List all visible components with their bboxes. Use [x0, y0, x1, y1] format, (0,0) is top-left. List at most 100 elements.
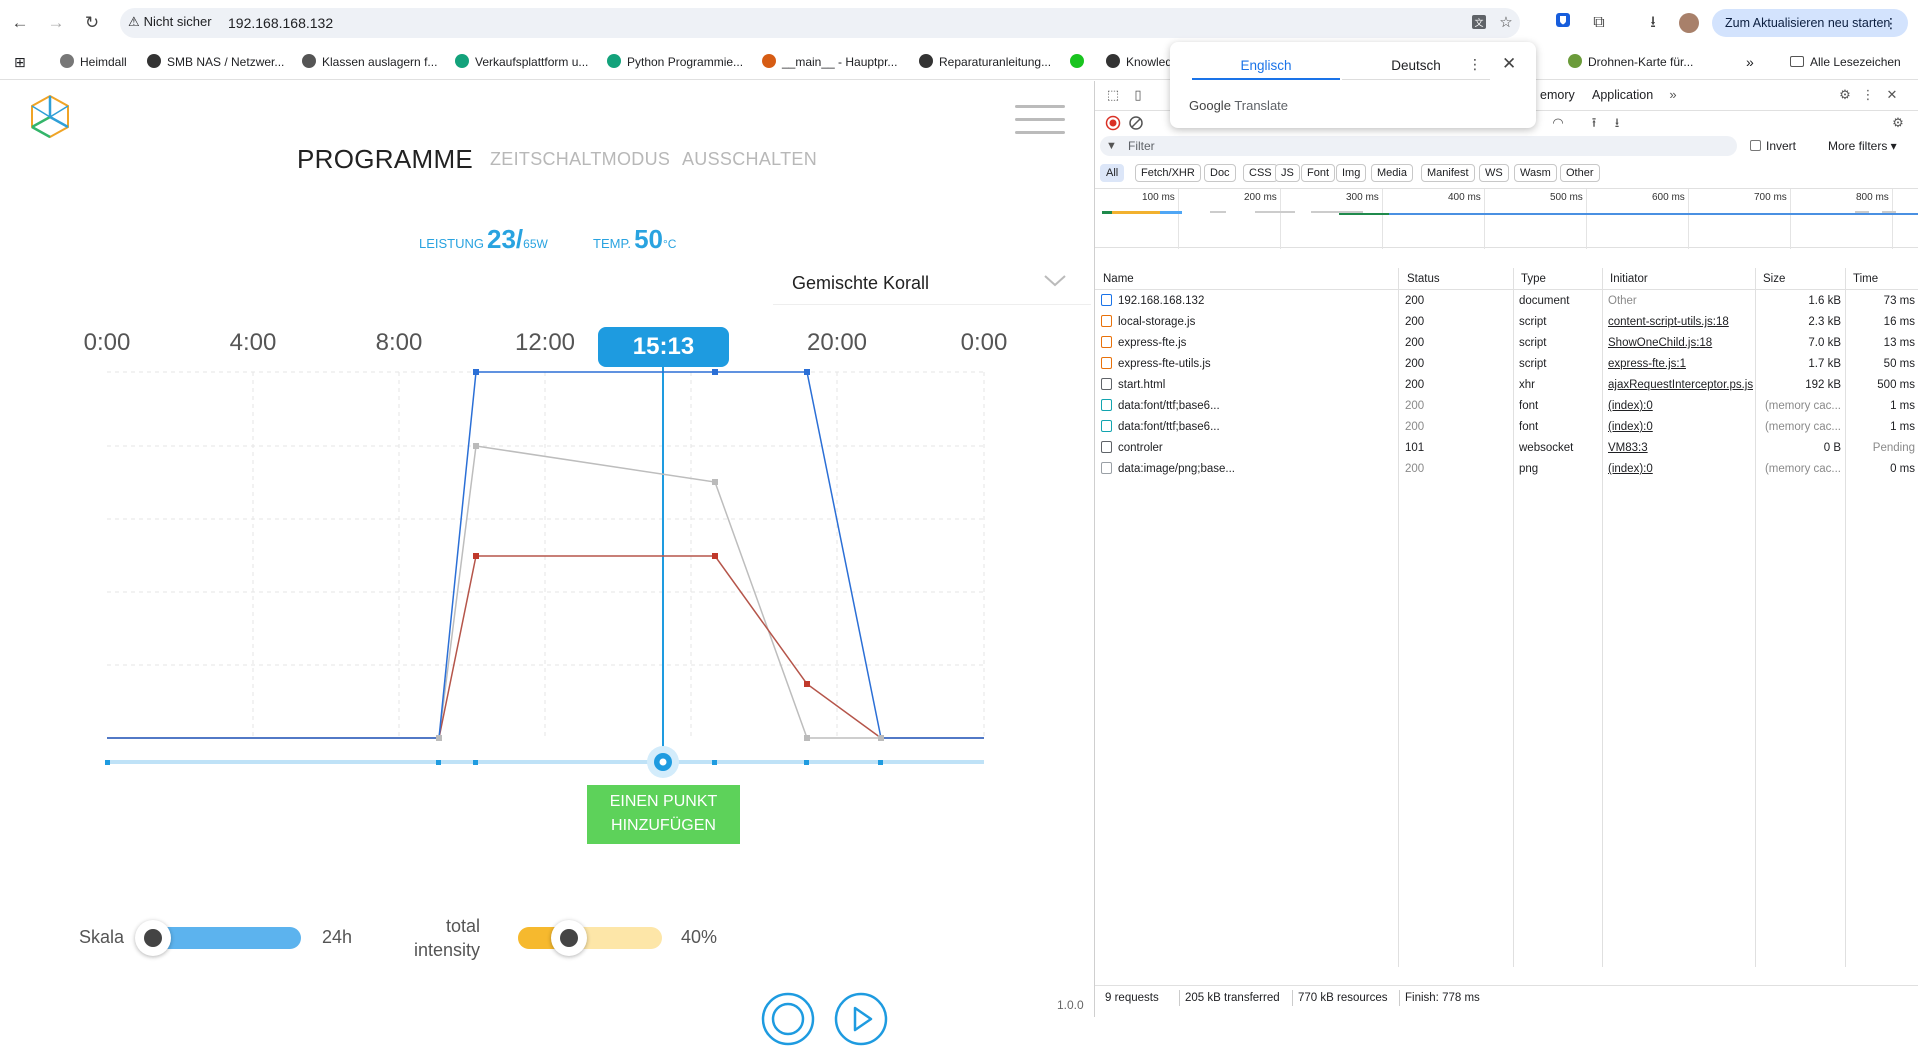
table-row[interactable]: 192.168.168.132 200 document Other 1.6 kB 73 …	[1095, 291, 1918, 312]
back-icon[interactable]: ←	[10, 13, 30, 33]
column-header-time[interactable]: Time	[1849, 268, 1878, 290]
invert-checkbox[interactable]: Invert	[1750, 139, 1796, 153]
bookmark-star-icon[interactable]: ☆	[1497, 14, 1515, 32]
translate-tab-english[interactable]: Englisch	[1192, 54, 1340, 80]
bookmark-item[interactable]: __main__ - Hauptpr...	[762, 52, 897, 72]
import-har-icon[interactable]: ⭱	[1586, 115, 1602, 131]
more-tabs-icon[interactable]: »	[1665, 87, 1681, 103]
all-bookmarks-folder[interactable]: Alle Lesezeichen	[1790, 52, 1901, 72]
column-header-type[interactable]: Type	[1517, 268, 1546, 290]
bookmark-item[interactable]: Verkaufsplattform u...	[455, 52, 588, 72]
cell-initiator[interactable]: VM83:3	[1608, 438, 1753, 459]
more-bookmarks-icon[interactable]: »	[1746, 52, 1754, 72]
type-filter-css[interactable]: CSS	[1243, 164, 1278, 182]
address-bar[interactable]: ⚠ Nicht sicher 192.168.168.132 文 ☆	[120, 8, 1520, 38]
apps-icon[interactable]: ⊞	[14, 52, 26, 72]
type-filter-all[interactable]: All	[1100, 164, 1125, 182]
settings-gear-icon[interactable]: ⚙	[1837, 87, 1853, 103]
add-point-button[interactable]: EINEN PUNKT HINZUFÜGEN	[587, 785, 740, 844]
reload-icon[interactable]: ↻	[82, 13, 102, 33]
curve-points[interactable]	[436, 369, 884, 741]
cell-initiator[interactable]: ajaxRequestInterceptor.ps.js	[1608, 375, 1753, 396]
column-header-status[interactable]: Status	[1403, 268, 1440, 290]
close-devtools-icon[interactable]: ✕	[1884, 87, 1900, 103]
blue-channel-curve[interactable]	[107, 371, 984, 739]
url-text[interactable]: 192.168.168.132	[228, 15, 333, 31]
table-row[interactable]: data:font/ttf;base6... 200 font (index):0 (m…	[1095, 396, 1918, 417]
column-header-size[interactable]: Size	[1759, 268, 1785, 290]
inspect-element-icon[interactable]: ⬚	[1105, 87, 1121, 103]
intensity-chart[interactable]	[0, 81, 1093, 801]
type-filter-fetchxhr[interactable]: Fetch/XHR	[1135, 164, 1201, 182]
warning-icon: ⚠	[128, 14, 140, 29]
bookmark-item[interactable]: Knowled	[1106, 52, 1172, 72]
filter-input[interactable]: Filter	[1100, 136, 1737, 156]
record-icon[interactable]	[1105, 115, 1121, 131]
cell-initiator[interactable]: (index):0	[1608, 417, 1753, 438]
intensity-slider-handle[interactable]	[551, 920, 587, 956]
more-vert-icon[interactable]: ⋮	[1468, 56, 1482, 73]
table-row[interactable]: express-fte-utils.js 200 script express-fte…	[1095, 354, 1918, 375]
type-filter-js[interactable]: JS	[1275, 164, 1300, 182]
update-restart-button[interactable]: Zum Aktualisieren neu starten ⋮	[1712, 9, 1908, 37]
extensions-icon[interactable]: ⧉	[1588, 12, 1610, 34]
font-request-icon	[1101, 399, 1112, 411]
more-filters-dropdown[interactable]: More filters ▾	[1828, 139, 1897, 153]
type-filter-manifest[interactable]: Manifest	[1421, 164, 1475, 182]
profile-avatar[interactable]	[1679, 13, 1699, 33]
translate-icon[interactable]: 文	[1470, 14, 1488, 32]
bitwarden-icon[interactable]	[1552, 12, 1574, 34]
table-row[interactable]: local-storage.js 200 script content-script-…	[1095, 312, 1918, 333]
clear-icon[interactable]	[1128, 115, 1144, 131]
type-filter-media[interactable]: Media	[1371, 164, 1413, 182]
cell-initiator[interactable]: (index):0	[1608, 459, 1753, 480]
bookmark-item[interactable]	[1070, 52, 1090, 72]
bookmark-item[interactable]: Heimdall	[60, 52, 127, 72]
intensity-slider[interactable]	[518, 927, 662, 949]
bookmark-item[interactable]: SMB NAS / Netzwer...	[147, 52, 284, 72]
security-label: Nicht sicher	[143, 14, 212, 29]
cell-time: 13 ms	[1883, 337, 1915, 349]
bookmark-item[interactable]: Python Programmie...	[607, 52, 743, 72]
forward-icon[interactable]: →	[46, 13, 66, 33]
network-settings-icon[interactable]: ⚙	[1890, 115, 1906, 131]
cell-initiator[interactable]: ShowOneChild.js:18	[1608, 333, 1753, 354]
bookmark-item[interactable]: Klassen auslagern f...	[302, 52, 437, 72]
cell-initiator[interactable]: (index):0	[1608, 396, 1753, 417]
cell-initiator[interactable]: express-fte.js:1	[1608, 354, 1753, 375]
device-toolbar-icon[interactable]: ▯	[1130, 87, 1146, 103]
network-conditions-icon[interactable]: ◠	[1550, 115, 1566, 131]
column-header-name[interactable]: Name	[1099, 268, 1134, 290]
bookmark-item[interactable]: Drohnen-Karte für...	[1568, 52, 1693, 72]
table-row[interactable]: data:font/ttf;base6... 200 font (index):0 (m…	[1095, 417, 1918, 438]
table-row[interactable]: express-fte.js 200 script ShowOneChild.js:1…	[1095, 333, 1918, 354]
table-row[interactable]: start.html 200 xhr ajaxRequestInterceptor.p…	[1095, 375, 1918, 396]
tab-application[interactable]: Application	[1592, 88, 1653, 102]
bookmark-favicon-icon	[607, 54, 621, 68]
cell-name: start.html	[1101, 375, 1391, 396]
type-filter-other[interactable]: Other	[1560, 164, 1600, 182]
play-button[interactable]	[834, 992, 888, 1046]
type-filter-ws[interactable]: WS	[1479, 164, 1509, 182]
timeline-gridline	[1484, 189, 1485, 249]
column-header-initiator[interactable]: Initiator	[1606, 268, 1648, 290]
export-har-icon[interactable]: ⭳	[1609, 115, 1625, 131]
cell-name: data:font/ttf;base6...	[1101, 396, 1391, 417]
bookmark-item[interactable]: Reparaturanleitung...	[919, 52, 1051, 72]
network-overview-timeline[interactable]: 100 ms 200 ms 300 ms 400 ms 500 ms 600 ms 700 …	[1095, 188, 1918, 249]
type-filter-wasm[interactable]: Wasm	[1514, 164, 1557, 182]
close-icon[interactable]: ✕	[1502, 54, 1516, 74]
security-indicator[interactable]: ⚠ Nicht sicher	[128, 14, 212, 30]
download-icon[interactable]: ⭳	[1642, 12, 1664, 34]
table-row[interactable]: data:image/png;base... 200 png (index):0 (me…	[1095, 459, 1918, 480]
more-vert-icon[interactable]: ⋮	[1860, 87, 1876, 103]
stop-button[interactable]	[761, 992, 815, 1046]
cell-name: 192.168.168.132	[1101, 291, 1391, 312]
type-filter-font[interactable]: Font	[1301, 164, 1336, 182]
type-filter-doc[interactable]: Doc	[1204, 164, 1236, 182]
table-row[interactable]: controler 101 websocket VM83:3 0 B Pending	[1095, 438, 1918, 459]
cell-initiator[interactable]: content-script-utils.js:18	[1608, 312, 1753, 333]
scale-slider-handle[interactable]	[135, 920, 171, 956]
tab-memory[interactable]: emory	[1540, 88, 1575, 102]
type-filter-img[interactable]: Img	[1336, 164, 1367, 182]
